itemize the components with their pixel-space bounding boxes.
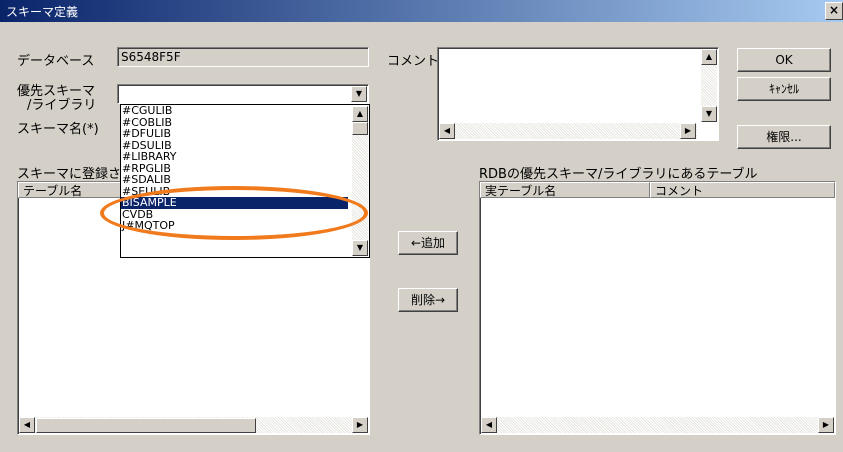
dropdown-option[interactable]: #SDALIB [121, 174, 351, 186]
comment-hscrollbar[interactable] [439, 123, 697, 139]
scroll-right-icon[interactable]: ▶ [680, 123, 696, 139]
dropdown-option[interactable]: #CGULIB [121, 105, 351, 117]
dropdown-scroll-thumb[interactable] [352, 122, 368, 135]
scroll-right-icon[interactable]: ▶ [352, 417, 368, 433]
dropdown-option[interactable]: #LIBRARY [121, 151, 351, 163]
scroll-left-icon[interactable]: ◀ [19, 417, 35, 433]
schema-definition-dialog: スキーマ定義 × データベース S6548F5F 優先スキーマ /ライブラリ ▼… [0, 0, 843, 452]
comment-label: コメント [387, 54, 440, 69]
highlight-annotation-ring [100, 186, 368, 240]
scroll-down-icon[interactable]: ▼ [701, 106, 717, 122]
left-scroll-thumb[interactable] [36, 418, 256, 433]
ok-button[interactable]: OK [737, 48, 831, 72]
scroll-left-icon[interactable]: ◀ [481, 417, 497, 433]
permission-button[interactable]: 権限... [737, 125, 831, 149]
cancel-button[interactable]: ｷｬﾝｾﾙ [737, 77, 831, 101]
delete-button[interactable]: 削除→ [398, 288, 458, 312]
chevron-down-icon[interactable]: ▼ [351, 86, 367, 102]
priority-schema-combobox[interactable]: ▼ [117, 84, 369, 104]
close-button[interactable]: × [825, 2, 843, 20]
rdb-tables-list[interactable]: 実テーブル名 コメント ◀ ▶ [479, 181, 836, 435]
database-value: S6548F5F [121, 50, 181, 64]
rdb-tables-label: RDBの優先スキーマ/ライブラリにあるテーブル [479, 167, 758, 182]
column-header-real-table-name[interactable]: 実テーブル名 [480, 182, 650, 198]
title-bar[interactable]: スキーマ定義 × [0, 0, 843, 22]
scroll-up-icon[interactable]: ▲ [352, 106, 368, 122]
scroll-right-icon[interactable]: ▶ [818, 417, 834, 433]
column-header-comment[interactable]: コメント [650, 182, 835, 198]
database-field: S6548F5F [117, 47, 369, 67]
priority-library-label: /ライブラリ [27, 98, 97, 113]
right-hscrollbar[interactable] [481, 417, 834, 433]
schema-name-label: スキーマ名(*) [17, 122, 99, 137]
database-label: データベース [17, 54, 95, 69]
scroll-up-icon[interactable]: ▲ [701, 49, 717, 65]
scroll-left-icon[interactable]: ◀ [439, 123, 455, 139]
scroll-down-icon[interactable]: ▼ [352, 240, 368, 256]
comment-textarea[interactable]: ▲ ▼ ◀ ▶ [437, 47, 719, 141]
window-title: スキーマ定義 [6, 5, 79, 19]
add-button[interactable]: ←追加 [398, 231, 458, 255]
registered-tables-label: スキーマに登録さ [17, 167, 122, 182]
dropdown-option[interactable]: #DFULIB [121, 128, 351, 140]
